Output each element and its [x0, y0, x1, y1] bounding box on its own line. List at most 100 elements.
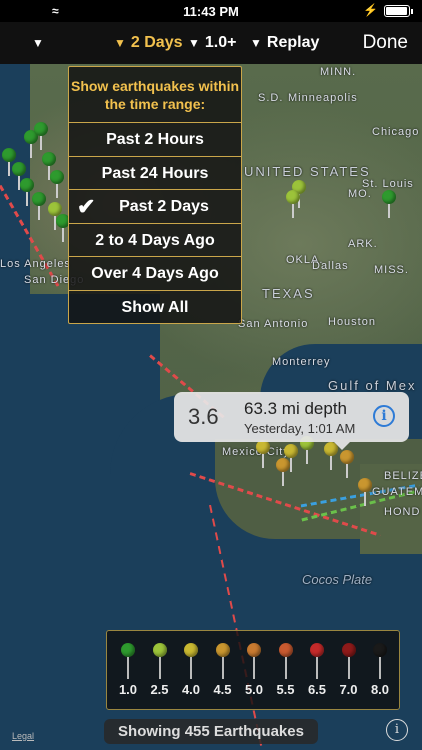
map-label-united-states: UNITED STATES	[244, 164, 371, 179]
charging-icon: ⚡	[363, 3, 378, 17]
option-past-2-hours[interactable]: Past 2 Hours	[69, 123, 241, 157]
done-button[interactable]: Done	[363, 32, 408, 54]
map-label-sd: S.D.	[258, 92, 284, 104]
earthquake-pin[interactable]	[256, 440, 270, 468]
map-label-ark: ARK.	[348, 238, 378, 250]
earthquake-pin[interactable]	[2, 148, 16, 176]
earthquake-pin[interactable]	[284, 444, 298, 472]
magnitude-legend: 1.0 2.5 4.0 4.5 5.0 5.5 6.5 7.0 8.0	[106, 630, 400, 710]
earthquake-pin[interactable]	[340, 450, 354, 478]
earthquake-pin[interactable]	[56, 214, 70, 242]
earthquake-pin[interactable]	[276, 458, 290, 486]
triangle-down-icon: ▼	[188, 36, 200, 50]
legend-stem	[253, 657, 255, 679]
legend-item: 5.0	[239, 643, 269, 697]
time-range-dropdown: Show earthquakes within the time range: …	[68, 66, 242, 324]
option-label: Show All	[121, 298, 189, 316]
map-label-los-angeles: Los Angeles	[0, 258, 71, 270]
legend-ball-icon	[310, 643, 324, 657]
time-range-button[interactable]: ▼ 2 Days	[114, 34, 182, 52]
legend-stem	[127, 657, 129, 679]
info-icon[interactable]: i	[386, 719, 408, 741]
legend-label: 5.0	[244, 682, 264, 697]
info-icon[interactable]: i	[373, 405, 395, 427]
option-over-4-days[interactable]: Over 4 Days Ago	[69, 257, 241, 291]
legend-item: 6.5	[302, 643, 332, 697]
legend-label: 5.5	[276, 682, 295, 697]
status-time: 11:43 PM	[183, 4, 239, 19]
checkmark-icon: ✔	[77, 194, 96, 220]
map-label-gulf: Gulf of Mex	[328, 378, 417, 393]
earthquake-count: Showing 455 Earthquakes	[104, 719, 318, 744]
legend-label: 2.5	[150, 682, 169, 697]
legend-stem	[379, 657, 381, 679]
legend-ball-icon	[247, 643, 261, 657]
legend-stem	[284, 657, 287, 679]
earthquake-pin[interactable]	[32, 192, 46, 220]
option-show-all[interactable]: Show All	[69, 291, 241, 325]
map-label-dallas: Dallas	[312, 260, 349, 272]
legend-item: 1.0	[113, 643, 143, 697]
option-label: Over 4 Days Ago	[91, 265, 219, 283]
legend-ball-icon	[373, 643, 387, 657]
callout-time: Yesterday, 1:01 AM	[244, 421, 356, 436]
legend-ball-icon	[215, 643, 230, 657]
earthquake-pin[interactable]	[382, 190, 396, 218]
map-label-minneapolis: Minneapolis	[288, 92, 358, 104]
earthquake-pin[interactable]	[358, 478, 372, 506]
toolbar: ▼ ▼ 2 Days ▼ 1.0+ ▼ Replay Done	[0, 22, 422, 64]
map-label-guatemala: GUATEMALA	[372, 486, 422, 498]
map-label-belize: BELIZE	[384, 470, 422, 482]
replay-button[interactable]: ▼ Replay	[250, 34, 319, 52]
legend-item: 4.5	[208, 643, 238, 697]
menu-dropdown-button[interactable]: ▼	[32, 34, 49, 52]
legend-ball-icon	[278, 643, 293, 657]
callout-magnitude: 3.6	[188, 404, 219, 429]
earthquake-pin[interactable]	[24, 130, 38, 158]
legend-stem	[190, 657, 192, 679]
callout-depth: 63.3 mi depth	[244, 399, 348, 418]
triangle-down-icon: ▼	[114, 36, 126, 50]
magnitude-label: 1.0+	[204, 34, 237, 51]
map-label-minn: MINN.	[320, 66, 357, 78]
earthquake-pin[interactable]	[20, 178, 34, 206]
legend-item: 4.0	[176, 643, 206, 697]
legend-label: 4.5	[213, 682, 232, 697]
earthquake-callout[interactable]: 3.6 63.3 mi depth Yesterday, 1:01 AM i	[174, 392, 409, 450]
legend-item: 5.5	[271, 643, 301, 697]
option-past-2-days[interactable]: ✔ Past 2 Days	[69, 190, 241, 224]
earthquake-pin[interactable]	[324, 442, 338, 470]
legend-item: 2.5	[145, 643, 175, 697]
option-label: Past 2 Days	[119, 198, 209, 216]
map-label-houston: Houston	[328, 316, 376, 328]
option-label: Past 24 Hours	[101, 164, 209, 182]
legend-ball-icon	[152, 643, 167, 657]
option-2-to-4-days[interactable]: 2 to 4 Days Ago	[69, 224, 241, 258]
legend-item: 8.0	[365, 643, 395, 697]
legend-ball-icon	[341, 643, 356, 657]
status-bar: ≈ 11:43 PM ⚡	[0, 0, 422, 22]
map-label-mo: MO.	[348, 188, 372, 200]
replay-label: Replay	[266, 34, 320, 51]
map-label-texas: TEXAS	[262, 286, 315, 301]
earthquake-pin[interactable]	[34, 122, 48, 150]
option-label: 2 to 4 Days Ago	[95, 231, 215, 249]
legend-stem	[158, 657, 161, 679]
triangle-down-icon: ▼	[32, 36, 44, 50]
legend-label: 7.0	[339, 682, 358, 697]
magnitude-button[interactable]: ▼ 1.0+	[188, 34, 236, 52]
map-label-san-antonio: San Antonio	[238, 318, 309, 330]
legal-link[interactable]: Legal	[12, 731, 34, 741]
legend-label: 6.5	[307, 682, 327, 697]
map-label-cocos-plate: Cocos Plate	[302, 572, 373, 587]
battery-icon	[384, 5, 413, 17]
earthquake-pin[interactable]	[300, 436, 314, 464]
option-label: Past 2 Hours	[106, 131, 204, 148]
earthquake-pin[interactable]	[50, 170, 64, 198]
option-past-24-hours[interactable]: Past 24 Hours	[69, 157, 241, 191]
legend-ball-icon	[121, 643, 135, 657]
legend-label: 8.0	[370, 682, 390, 697]
legend-label: 1.0	[118, 682, 138, 697]
legend-ball-icon	[184, 643, 198, 657]
earthquake-pin[interactable]	[286, 190, 300, 218]
